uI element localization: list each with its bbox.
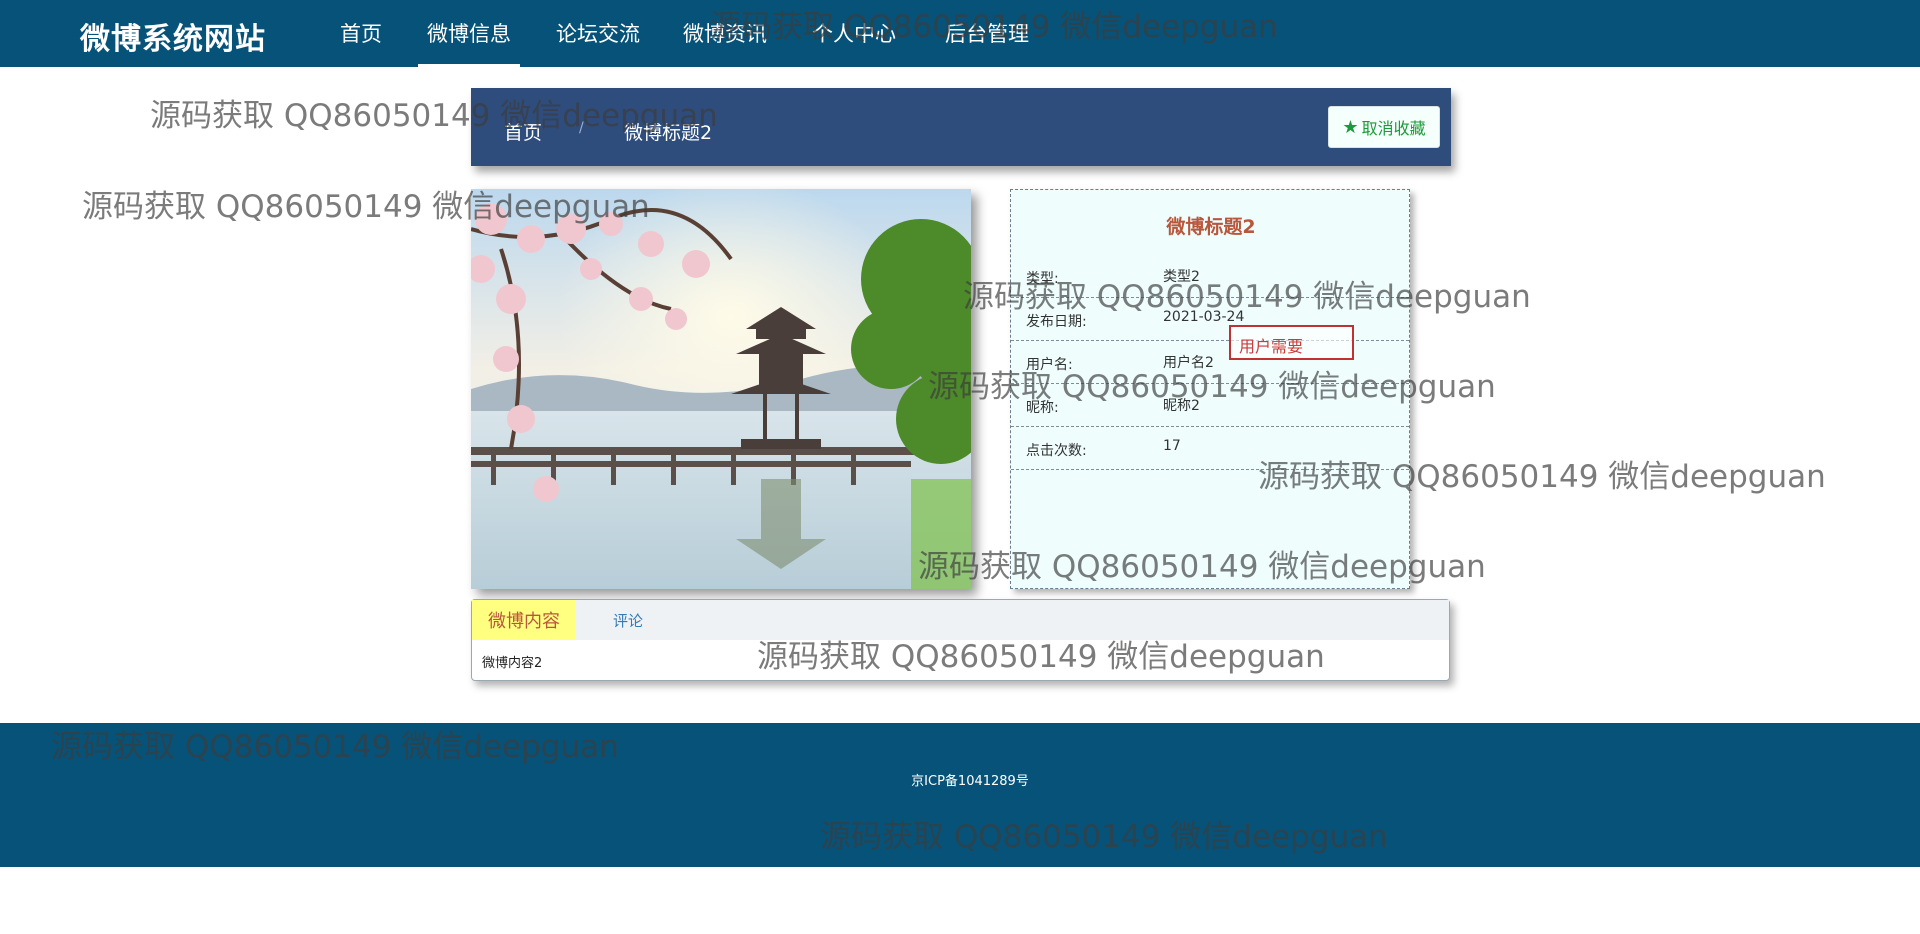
detail-value: 用户名2 (1163, 355, 1214, 371)
unfavorite-button-label: 取消收藏 (1361, 119, 1426, 138)
nav-item-admin[interactable]: 后台管理 (945, 18, 1029, 67)
nav-item-home[interactable]: 首页 (340, 18, 382, 67)
breadcrumb-separator: / (579, 120, 584, 136)
tab-comments[interactable]: 评论 (613, 610, 643, 631)
detail-value: 2021-03-24 (1163, 309, 1245, 325)
detail-value: 昵称2 (1163, 398, 1200, 414)
detail-row-type: 类型: 类型2 (1011, 255, 1409, 298)
weibo-image (471, 189, 971, 589)
star-icon: ★ (1342, 116, 1359, 138)
breadcrumb-home[interactable]: 首页 (504, 118, 542, 145)
detail-value: 类型2 (1163, 269, 1200, 285)
detail-row-clicks: 点击次数: 17 (1011, 427, 1409, 470)
detail-label: 发布日期: (1026, 314, 1087, 330)
top-navbar: 微博系统网站 首页 微博信息 论坛交流 微博资讯 个人中心 后台管理 (0, 0, 1920, 67)
detail-row-nickname: 昵称: 昵称2 (1011, 384, 1409, 427)
icp-record: 京ICP备1041289号 (911, 774, 1029, 789)
weibo-content-text: 微博内容2 (482, 656, 543, 671)
nav-item-personal-center[interactable]: 个人中心 (812, 18, 896, 67)
nav-item-forum[interactable]: 论坛交流 (556, 18, 640, 67)
detail-label: 用户名: (1026, 357, 1073, 373)
detail-label: 类型: (1026, 271, 1059, 287)
footer: 京ICP备1041289号 (0, 723, 1920, 867)
unfavorite-button[interactable]: ★ 取消收藏 (1328, 106, 1440, 148)
nav-item-news[interactable]: 微博资讯 (683, 18, 767, 67)
breadcrumb: 首页 / 微博标题2 ★ 取消收藏 (471, 88, 1451, 166)
nav-item-weibo-info[interactable]: 微博信息 (418, 18, 520, 67)
breadcrumb-current: 微博标题2 (624, 122, 713, 144)
detail-value: 17 (1163, 438, 1181, 454)
tab-weibo-content[interactable]: 微博内容 (472, 600, 576, 640)
detail-title: 微博标题2 (1166, 216, 1256, 238)
detail-label: 点击次数: (1026, 443, 1087, 459)
detail-panel: 微博标题2 类型: 类型2 发布日期: 2021-03-24 用户名: 用户名2… (1010, 189, 1410, 589)
user-need-input[interactable]: 用户需要 (1229, 325, 1354, 360)
detail-label: 昵称: (1026, 400, 1059, 416)
tab-bar: 微博内容 评论 (472, 600, 1449, 640)
site-brand[interactable]: 微博系统网站 (80, 14, 266, 58)
content-tabs: 微博内容 评论 微博内容2 (471, 599, 1450, 681)
